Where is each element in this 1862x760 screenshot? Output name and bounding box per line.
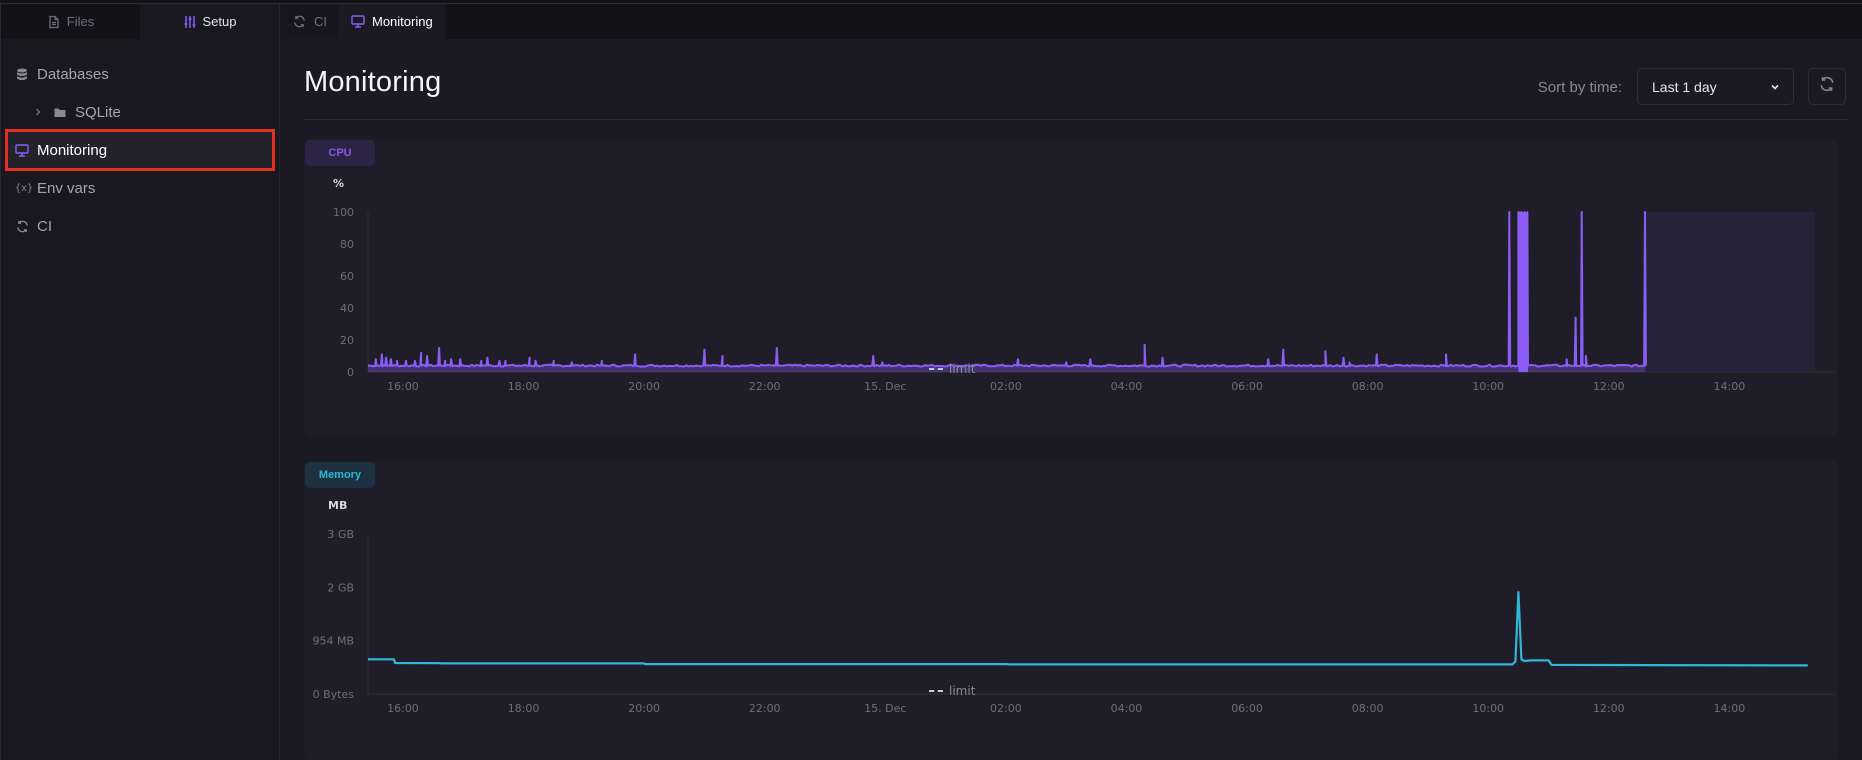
y-tick-label: 20 [340, 334, 354, 347]
refresh-icon [15, 219, 29, 233]
x-tick-label: 20:00 [628, 702, 660, 715]
cpu-shaded-region [1644, 212, 1815, 372]
sidebar-item-databases-label: Databases [37, 65, 109, 83]
cpu-chart-card: CPU % 0 20 40 60 80 100 16:00 18:00 20:00 22:00 15… [304, 139, 1838, 437]
file-icon [47, 15, 61, 29]
sidebar-item-monitoring[interactable]: Monitoring [5, 129, 275, 171]
tab-ci-label: CI [314, 14, 327, 29]
legend-dash-icon [929, 368, 943, 370]
x-tick-label: 10:00 [1472, 702, 1504, 715]
x-tick-label: 15. Dec [864, 380, 906, 393]
cpu-area [368, 212, 1646, 372]
time-range-select[interactable]: Last 1 day [1637, 68, 1794, 105]
sidebar: Files Setup Databases SQLite Monitoring … [0, 4, 280, 760]
x-tick-label: 12:00 [1593, 702, 1625, 715]
chevron-down-icon [1769, 80, 1781, 92]
x-tick-label: 06:00 [1231, 380, 1263, 393]
y-tick-label: 80 [340, 238, 354, 251]
database-icon [15, 67, 29, 81]
sidebar-item-databases[interactable]: Databases [1, 55, 279, 93]
refresh-icon [293, 15, 307, 29]
cpu-chart: 0 20 40 60 80 100 16:00 18:00 20:00 22:00 15. Dec 0… [333, 206, 1835, 393]
sidebar-tabs: Files Setup [1, 4, 279, 39]
x-tick-label: 14:00 [1714, 380, 1746, 393]
y-tick-label: 100 [333, 206, 354, 219]
x-tick-label: 14:00 [1714, 702, 1746, 715]
x-tick-label: 18:00 [508, 702, 540, 715]
x-tick-label: 08:00 [1352, 702, 1384, 715]
x-tick-label: 02:00 [990, 380, 1022, 393]
refresh-icon [1819, 76, 1835, 97]
x-tick-label: 12:00 [1593, 380, 1625, 393]
sidebar-item-ci[interactable]: CI [1, 207, 279, 245]
x-tick-label: 02:00 [990, 702, 1022, 715]
tab-setup[interactable]: Setup [140, 4, 279, 39]
x-tick-label: 16:00 [387, 702, 419, 715]
legend-label: limit [949, 684, 976, 698]
memory-legend[interactable]: limit [929, 684, 975, 698]
refresh-button[interactable] [1808, 68, 1846, 105]
x-tick-label: 22:00 [749, 380, 781, 393]
tab-setup-label: Setup [202, 14, 237, 29]
y-tick-label: 2 GB [327, 581, 354, 594]
x-tick-label: 04:00 [1111, 702, 1143, 715]
x-tick-label: 15. Dec [864, 702, 906, 715]
folder-icon [53, 105, 67, 119]
memory-chart-card: Memory MB 0 Bytes 954 MB 2 GB 3 GB 16:00 18:0… [304, 461, 1838, 760]
tab-files-label: Files [66, 14, 95, 29]
tab-ci[interactable]: CI [281, 4, 339, 39]
main-panel: CI Monitoring Monitoring Sort by time: L… [281, 4, 1862, 760]
x-tick-label: 18:00 [508, 380, 540, 393]
x-tick-label: 20:00 [628, 380, 660, 393]
sidebar-item-sqlite[interactable]: SQLite [1, 93, 279, 131]
monitor-icon [15, 143, 29, 157]
x-tick-label: 16:00 [387, 380, 419, 393]
tab-monitoring[interactable]: Monitoring [339, 4, 445, 39]
y-tick-label: 0 Bytes [313, 688, 355, 701]
cpu-saturated-block [1518, 212, 1529, 372]
y-tick-label: 60 [340, 270, 354, 283]
legend-dash-icon [929, 690, 943, 692]
y-tick-label: 954 MB [312, 635, 354, 648]
sort-by-time-label: Sort by time: [1537, 79, 1622, 96]
legend-label: limit [949, 362, 976, 376]
variable-icon: {x} [14, 182, 34, 194]
sliders-icon [183, 15, 197, 29]
y-tick-label: 3 GB [327, 528, 354, 541]
y-tick-label: 40 [340, 302, 354, 315]
cpu-legend[interactable]: limit [929, 362, 975, 376]
sidebar-item-monitoring-label: Monitoring [37, 141, 108, 159]
sidebar-item-env-vars-label: Env vars [37, 179, 96, 197]
memory-series-line [368, 591, 1808, 667]
chevron-right-icon[interactable] [31, 105, 45, 119]
y-tick-label: 0 [347, 366, 354, 379]
sidebar-item-ci-label: CI [37, 217, 52, 235]
tab-monitoring-label: Monitoring [372, 14, 433, 29]
editor-tabs: CI Monitoring [281, 4, 1862, 39]
sidebar-item-sqlite-label: SQLite [75, 103, 121, 121]
cpu-series-line [367, 211, 1647, 368]
monitor-icon [351, 14, 365, 29]
sidebar-item-env-vars[interactable]: {x} Env vars [1, 169, 279, 207]
x-tick-label: 04:00 [1111, 380, 1143, 393]
page-header: Monitoring Sort by time: Last 1 day [304, 39, 1848, 120]
x-tick-label: 10:00 [1472, 380, 1504, 393]
memory-chart: 0 Bytes 954 MB 2 GB 3 GB 16:00 18:00 20:00 22:0… [312, 528, 1835, 715]
x-tick-label: 22:00 [749, 702, 781, 715]
sidebar-nav: Databases SQLite Monitoring {x} Env vars [1, 39, 279, 245]
time-range-value: Last 1 day [1652, 78, 1717, 95]
x-tick-label: 08:00 [1352, 380, 1384, 393]
page-title: Monitoring [304, 66, 442, 98]
tab-files[interactable]: Files [1, 4, 140, 39]
x-tick-label: 06:00 [1231, 702, 1263, 715]
